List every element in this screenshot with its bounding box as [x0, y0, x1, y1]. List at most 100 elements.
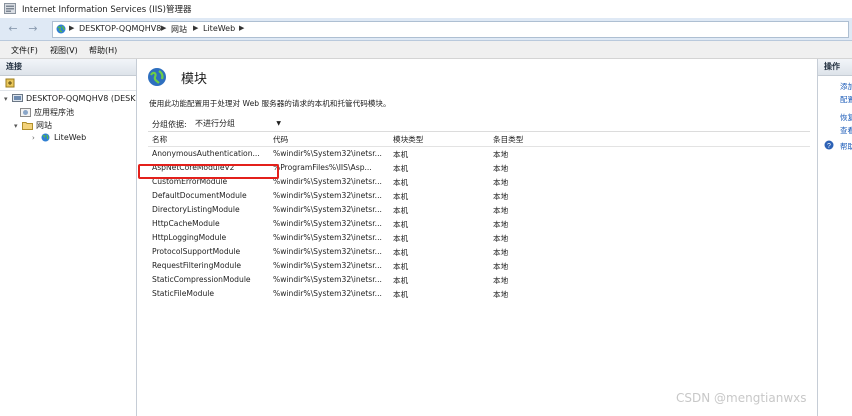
window-titlebar: Internet Information Services (IIS)管理器	[0, 0, 852, 18]
group-by-label: 分组依据:	[152, 120, 187, 129]
table-row[interactable]: DefaultDocumentModule %windir%\System32\i…	[148, 189, 810, 203]
cell-code: %windir%\System32\inetsr...	[273, 289, 382, 298]
cell-code: %windir%\System32\inetsr...	[273, 261, 382, 270]
breadcrumb-separator-icon: ▶	[239, 24, 245, 32]
table-row[interactable]: AnonymousAuthentication... %windir%\Syste…	[148, 147, 810, 161]
cell-code: %windir%\System32\inetsr...	[273, 219, 382, 228]
help-icon: ?	[824, 140, 834, 150]
cell-entry-type: 本地	[493, 178, 509, 187]
breadcrumb[interactable]: ▶ DESKTOP-QQMQHV8 ▶ 网站 ▶ LiteWeb ▶	[52, 21, 849, 38]
tree-item-label: 应用程序池	[34, 108, 74, 117]
forward-arrow-icon[interactable]: →	[26, 22, 40, 36]
modules-feature-view: 模块 使用此功能配置用于处理对 Web 服务器的请求的本机和托管代码模块。 分组…	[137, 59, 817, 416]
breadcrumb-separator-icon: ▶	[193, 24, 199, 32]
table-row[interactable]: HttpLoggingModule %windir%\System32\inets…	[148, 231, 810, 245]
table-row[interactable]: DirectoryListingModule %windir%\System32\…	[148, 203, 810, 217]
cell-module-type: 本机	[393, 206, 409, 215]
menu-help[interactable]: 帮助(H)	[89, 45, 117, 56]
cell-code: %windir%\System32\inetsr...	[273, 247, 382, 256]
tree-item-sites[interactable]: ▾ 网站	[14, 120, 52, 133]
cell-entry-type: 本地	[493, 206, 509, 215]
cell-code: %windir%\System32\inetsr...	[273, 233, 382, 242]
cell-name: DirectoryListingModule	[152, 205, 240, 214]
globe-icon	[56, 24, 66, 34]
cell-module-type: 本机	[393, 164, 409, 173]
connect-icon[interactable]	[5, 78, 15, 88]
connections-panel: 连接 ▾ DESKTOP-QQMQHV8 (DESK 应用程序池 ▾ 网站 › Lit…	[0, 59, 137, 416]
action-add[interactable]: 添加	[840, 81, 852, 92]
tree-item-label: 网站	[36, 121, 52, 130]
collapse-icon[interactable]: ▾	[14, 122, 22, 130]
action-help[interactable]: 帮助	[840, 141, 852, 152]
cell-entry-type: 本地	[493, 150, 509, 159]
cell-entry-type: 本地	[493, 290, 509, 299]
table-row[interactable]: HttpCacheModule %windir%\System32\inetsr.…	[148, 217, 810, 231]
cell-entry-type: 本地	[493, 234, 509, 243]
table-row[interactable]: StaticFileModule %windir%\System32\inetsr…	[148, 287, 810, 301]
cell-module-type: 本机	[393, 262, 409, 271]
back-arrow-icon[interactable]: ←	[6, 22, 20, 36]
cell-name: HttpLoggingModule	[152, 233, 227, 242]
cell-module-type: 本机	[393, 248, 409, 257]
highlight-box	[138, 164, 279, 179]
expand-icon[interactable]: ›	[32, 134, 40, 142]
collapse-icon[interactable]: ▾	[4, 95, 12, 103]
cell-code: %ProgramFiles%\IIS\Asp...	[273, 163, 372, 172]
breadcrumb-site[interactable]: LiteWeb	[203, 24, 235, 33]
page-title: 模块	[181, 72, 208, 87]
table-row[interactable]: StaticCompressionModule %windir%\System32…	[148, 273, 810, 287]
menu-view[interactable]: 视图(V)	[50, 45, 78, 56]
cell-code: %windir%\System32\inetsr...	[273, 205, 382, 214]
column-header-module-type[interactable]: 模块类型	[393, 134, 423, 145]
app-pool-icon	[20, 108, 31, 117]
cell-entry-type: 本地	[493, 164, 509, 173]
group-by-bar: 分组依据: 不进行分组 ▼	[148, 116, 810, 132]
cell-code: %windir%\System32\inetsr...	[273, 177, 382, 186]
modules-globe-icon	[148, 68, 166, 86]
table-row[interactable]: RequestFilteringModule %windir%\System32\…	[148, 259, 810, 273]
cell-entry-type: 本地	[493, 192, 509, 201]
column-header-code[interactable]: 代码	[273, 134, 288, 145]
cell-code: %windir%\System32\inetsr...	[273, 275, 382, 284]
breadcrumb-server[interactable]: DESKTOP-QQMQHV8	[79, 24, 161, 33]
tree-item-server[interactable]: ▾ DESKTOP-QQMQHV8 (DESK	[4, 94, 136, 107]
breadcrumb-separator-icon: ▶	[69, 24, 75, 32]
connections-toolbar	[0, 76, 136, 91]
cell-entry-type: 本地	[493, 276, 509, 285]
menu-file[interactable]: 文件(F)	[11, 45, 38, 56]
watermark: CSDN @mengtianwxs	[676, 391, 807, 405]
dropdown-arrow-icon: ▼	[276, 120, 281, 127]
actions-header: 操作	[818, 59, 852, 76]
cell-module-type: 本机	[393, 192, 409, 201]
cell-code: %windir%\System32\inetsr...	[273, 191, 382, 200]
cell-name: RequestFilteringModule	[152, 261, 242, 270]
connections-header: 连接	[0, 59, 136, 76]
cell-name: StaticFileModule	[152, 289, 215, 298]
iis-app-icon	[4, 3, 16, 14]
tree-item-label: LiteWeb	[54, 133, 87, 142]
action-view[interactable]: 查看	[840, 125, 852, 136]
folder-icon	[22, 122, 33, 130]
cell-name: StaticCompressionModule	[152, 275, 251, 284]
modules-table: 名称 代码 模块类型 条目类型 AnonymousAuthentication.…	[148, 132, 810, 301]
server-icon	[12, 94, 23, 102]
tree-item-liteweb[interactable]: › LiteWeb	[32, 133, 86, 146]
column-header-entry-type[interactable]: 条目类型	[493, 134, 523, 145]
breadcrumb-sites[interactable]: 网站	[171, 24, 187, 35]
cell-entry-type: 本地	[493, 248, 509, 257]
table-row[interactable]: ProtocolSupportModule %windir%\System32\i…	[148, 245, 810, 259]
cell-module-type: 本机	[393, 220, 409, 229]
cell-module-type: 本机	[393, 276, 409, 285]
column-header-name[interactable]: 名称	[152, 134, 167, 145]
cell-module-type: 本机	[393, 178, 409, 187]
group-by-select[interactable]: 不进行分组 ▼	[192, 117, 286, 131]
action-configure[interactable]: 配置	[840, 94, 852, 105]
cell-name: ProtocolSupportModule	[152, 247, 241, 256]
action-revert[interactable]: 恢复	[840, 112, 852, 123]
window-title: Internet Information Services (IIS)管理器	[22, 5, 192, 15]
cell-module-type: 本机	[393, 150, 409, 159]
breadcrumb-separator-icon: ▶	[161, 24, 167, 32]
cell-entry-type: 本地	[493, 220, 509, 229]
group-by-value: 不进行分组	[195, 119, 235, 128]
tree-item-app-pools[interactable]: 应用程序池	[20, 107, 74, 120]
